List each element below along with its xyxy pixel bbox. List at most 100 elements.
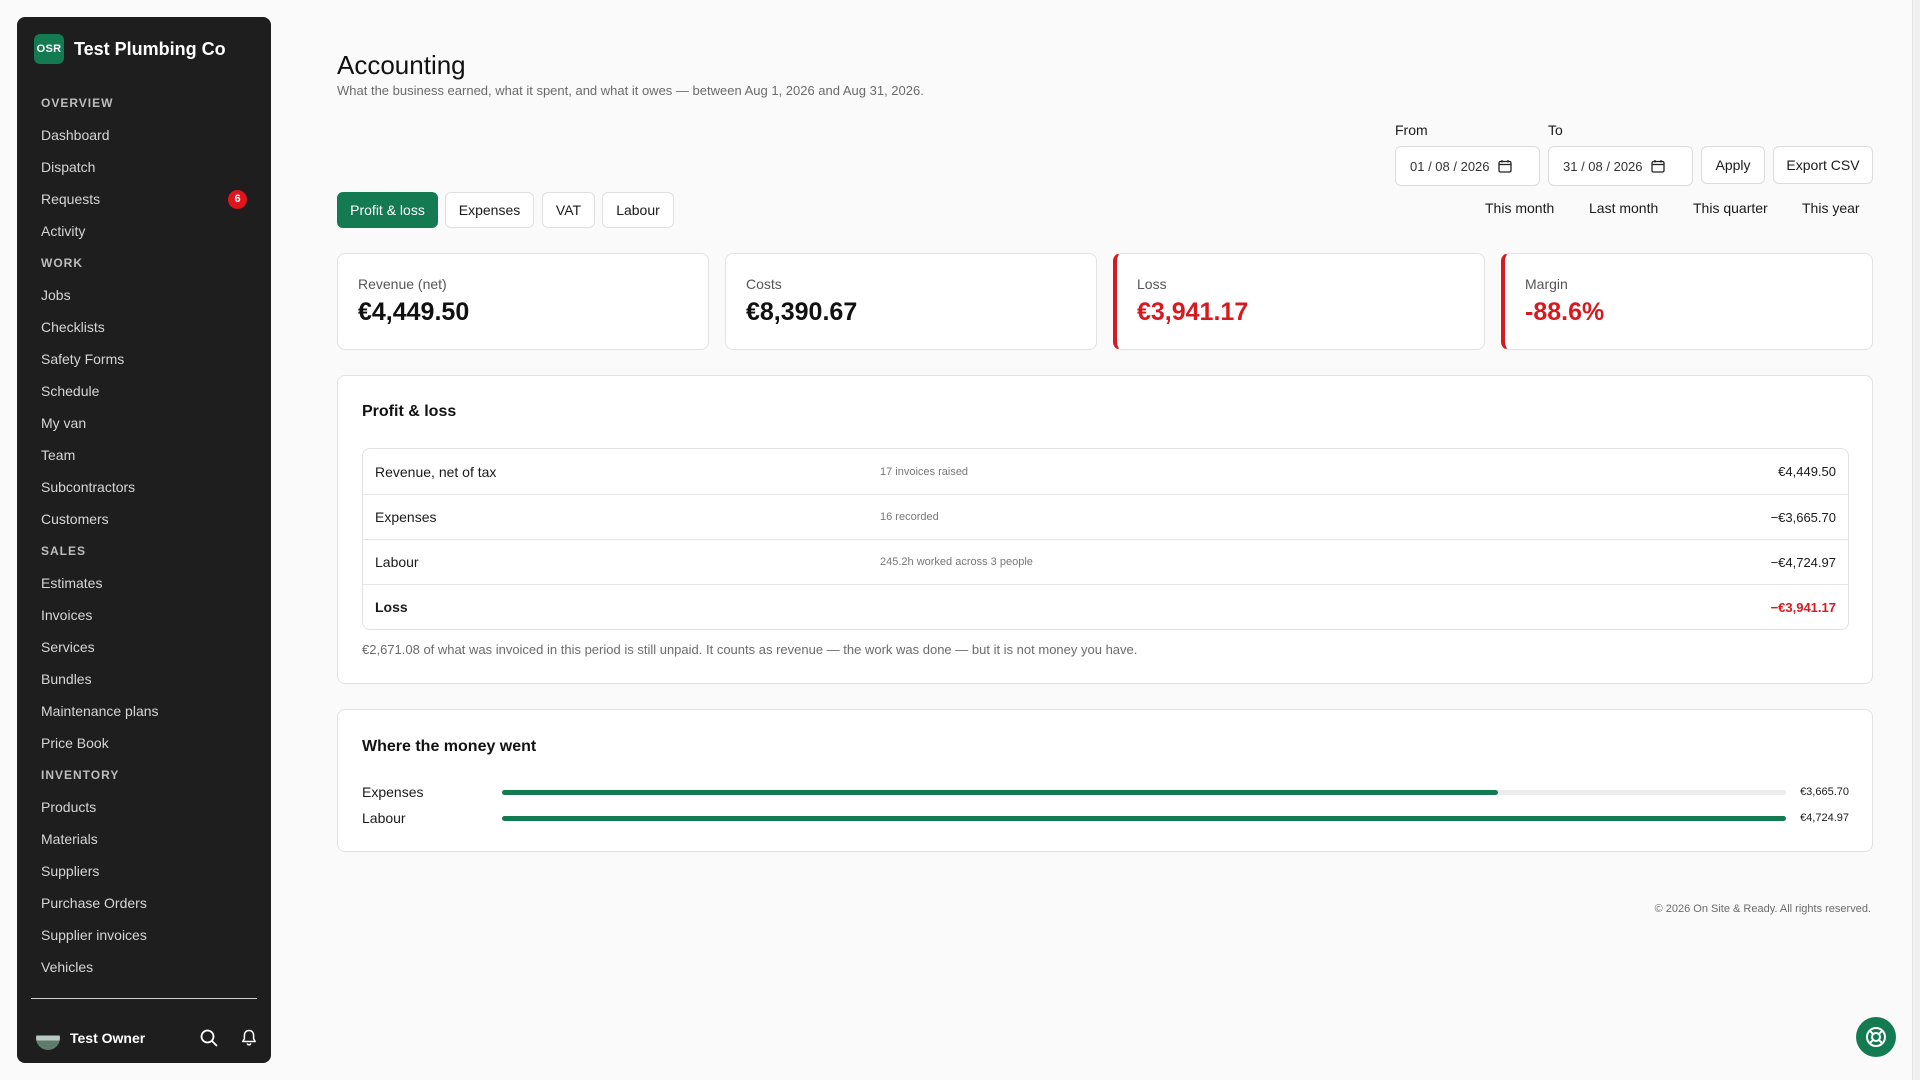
nav-section-inventory: INVENTORY — [41, 768, 120, 782]
sidebar-item-bundles[interactable]: Bundles — [17, 663, 271, 695]
sidebar-item-label: Estimates — [41, 575, 103, 591]
kpi-label: Margin — [1525, 276, 1568, 292]
tab-expenses[interactable]: Expenses — [445, 192, 534, 228]
row-label: Revenue, net of tax — [375, 463, 497, 480]
sidebar-item-label: Customers — [41, 511, 109, 527]
avatar[interactable] — [36, 1026, 60, 1050]
row-note: 17 invoices raised — [880, 465, 969, 478]
to-date-input[interactable]: 31 / 08 / 2026 — [1548, 146, 1693, 186]
sidebar-item-label: Requests — [41, 191, 101, 207]
sidebar-item-label: Jobs — [41, 287, 71, 303]
table-row-total: Loss −€3,941.17 — [363, 584, 1848, 629]
sidebar-item-label: Invoices — [41, 607, 93, 623]
sidebar-item-dispatch[interactable]: Dispatch — [17, 151, 271, 183]
sidebar: OSR Test Plumbing Co OVERVIEW Dashboard Di… — [17, 17, 271, 1063]
sidebar-item-purchase-orders[interactable]: Purchase Orders — [17, 887, 271, 919]
from-date-input[interactable]: 01 / 08 / 2026 — [1395, 146, 1540, 186]
range-last-month[interactable]: Last month — [1589, 200, 1658, 216]
sidebar-item-label: Bundles — [41, 671, 92, 687]
tab-vat[interactable]: VAT — [542, 192, 595, 228]
row-label: Loss — [375, 599, 408, 615]
page-title: Accounting — [337, 50, 466, 80]
kpi-value: €4,449.50 — [358, 298, 470, 326]
from-date-group: From 01 / 08 / 2026 — [1395, 122, 1540, 186]
calendar-icon[interactable] — [1650, 159, 1665, 173]
row-amount: €4,449.50 — [1778, 464, 1836, 479]
range-this-year[interactable]: This year — [1802, 200, 1860, 216]
brand-logo: OSR — [34, 34, 64, 64]
sidebar-item-activity[interactable]: Activity — [17, 215, 271, 247]
profit-loss-card: Profit & loss Revenue, net of tax 17 inv… — [337, 375, 1873, 684]
to-date-value: 31 / 08 / 2026 — [1563, 158, 1643, 174]
sidebar-item-requests[interactable]: Requests 6 — [17, 183, 271, 215]
kpi-label: Costs — [746, 276, 782, 292]
sidebar-item-schedule[interactable]: Schedule — [17, 375, 271, 407]
sidebar-item-maintenance-plans[interactable]: Maintenance plans — [17, 695, 271, 727]
bell-icon[interactable] — [238, 1027, 260, 1049]
lifebuoy-icon[interactable] — [1856, 1017, 1896, 1057]
page-scrollbar[interactable] — [1912, 0, 1920, 1080]
range-this-month[interactable]: This month — [1485, 200, 1554, 216]
row-note: 16 recorded — [880, 511, 939, 523]
card-title: Where the money went — [362, 738, 537, 755]
sidebar-divider — [31, 998, 257, 999]
search-icon[interactable] — [198, 1027, 220, 1049]
to-label: To — [1548, 122, 1563, 138]
bar-row-labour: Labour €4,724.97 — [362, 809, 1849, 827]
tab-profit-loss[interactable]: Profit & loss — [337, 192, 438, 228]
sidebar-item-supplier-invoices[interactable]: Supplier invoices — [17, 919, 271, 951]
sidebar-item-products[interactable]: Products — [17, 791, 271, 823]
sidebar-item-label: Checklists — [41, 319, 105, 335]
sidebar-item-materials[interactable]: Materials — [17, 823, 271, 855]
from-date-value: 01 / 08 / 2026 — [1410, 158, 1490, 174]
sidebar-item-safety-forms[interactable]: Safety Forms — [17, 343, 271, 375]
kpi-value: €8,390.67 — [746, 298, 858, 326]
apply-button[interactable]: Apply — [1701, 146, 1765, 184]
row-amount: −€4,724.97 — [1770, 554, 1836, 570]
nav-section-work: WORK — [41, 256, 83, 270]
bar-track — [502, 789, 1786, 795]
sidebar-item-label: Price Book — [41, 735, 109, 751]
sidebar-item-estimates[interactable]: Estimates — [17, 567, 271, 599]
sidebar-item-label: Activity — [41, 223, 86, 239]
sidebar-item-checklists[interactable]: Checklists — [17, 311, 271, 343]
sidebar-item-my-van[interactable]: My van — [17, 407, 271, 439]
sidebar-item-label: Products — [41, 799, 97, 815]
sidebar-item-customers[interactable]: Customers — [17, 503, 271, 535]
sidebar-item-label: Suppliers — [41, 863, 100, 879]
sidebar-item-label: Dispatch — [41, 159, 96, 175]
from-label: From — [1395, 122, 1428, 138]
page-subtitle: What the business earned, what it spent,… — [337, 83, 924, 98]
owner-name[interactable]: Test Owner — [70, 1030, 180, 1046]
range-this-quarter[interactable]: This quarter — [1693, 200, 1768, 216]
sidebar-item-invoices[interactable]: Invoices — [17, 599, 271, 631]
table-row: Revenue, net of tax 17 invoices raised €… — [363, 449, 1848, 494]
main-content: Accounting What the business earned, wha… — [337, 0, 1897, 1080]
sidebar-item-suppliers[interactable]: Suppliers — [17, 855, 271, 887]
kpi-value: -88.6% — [1525, 298, 1605, 326]
tab-labour[interactable]: Labour — [602, 192, 674, 228]
bar-track — [502, 815, 1786, 821]
bar-value: €4,724.97 — [1800, 812, 1849, 824]
sidebar-item-label: Materials — [41, 831, 98, 847]
sidebar-item-label: Services — [41, 639, 95, 655]
sidebar-item-jobs[interactable]: Jobs — [17, 279, 271, 311]
profit-loss-table: Revenue, net of tax 17 invoices raised €… — [362, 448, 1849, 630]
sidebar-item-label: Dashboard — [41, 127, 110, 143]
export-csv-button[interactable]: Export CSV — [1773, 146, 1873, 184]
sidebar-item-label: Subcontractors — [41, 479, 136, 495]
sidebar-item-subcontractors[interactable]: Subcontractors — [17, 471, 271, 503]
sidebar-footer: Test Owner — [36, 1023, 260, 1053]
sidebar-item-price-book[interactable]: Price Book — [17, 727, 271, 759]
bar-label: Expenses — [362, 784, 424, 800]
brand[interactable]: OSR Test Plumbing Co — [34, 34, 226, 64]
unpaid-footnote: €2,671.08 of what was invoiced in this p… — [362, 642, 1138, 657]
to-date-group: To 31 / 08 / 2026 — [1548, 122, 1693, 186]
sidebar-item-label: Vehicles — [41, 959, 94, 975]
sidebar-item-services[interactable]: Services — [17, 631, 271, 663]
sidebar-item-team[interactable]: Team — [17, 439, 271, 471]
sidebar-item-dashboard[interactable]: Dashboard — [17, 119, 271, 151]
sidebar-item-vehicles[interactable]: Vehicles — [17, 951, 271, 983]
sidebar-item-label: Maintenance plans — [41, 703, 159, 719]
calendar-icon[interactable] — [1497, 159, 1512, 173]
